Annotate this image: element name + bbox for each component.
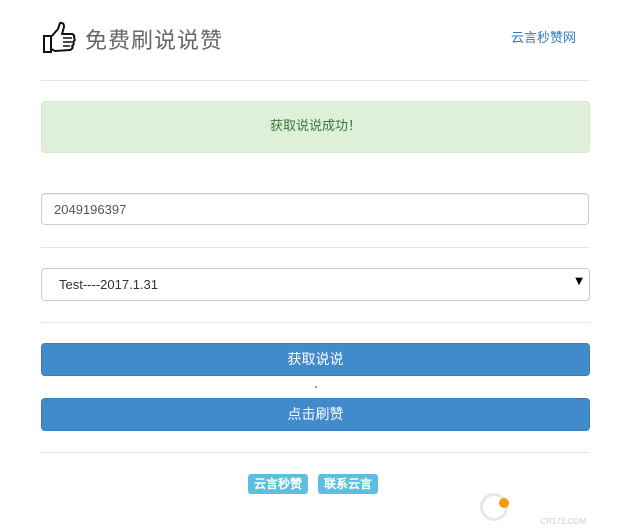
header: 免费刷说说赞 云言秒赞网 (41, 18, 590, 58)
like-button[interactable]: 点击刷赞 (41, 398, 590, 431)
divider (41, 80, 590, 81)
site-link[interactable]: 云言秒赞网 (511, 27, 576, 46)
select-value: Test----2017.1.31 (59, 277, 158, 292)
divider (41, 452, 590, 453)
divider (41, 322, 590, 323)
qq-number-input[interactable] (41, 193, 589, 225)
shuoshuo-select[interactable]: Test----2017.1.31 ▼ (41, 268, 590, 301)
watermark: 西西软件园 CR173.COM (480, 492, 611, 526)
chevron-down-icon: ▼ (575, 276, 583, 287)
success-alert: 获取说说成功！ (41, 101, 590, 153)
page-title: 免费刷说说赞 (85, 29, 224, 54)
separator-dot (315, 386, 317, 388)
contact-badge[interactable]: 联系云言 (318, 474, 379, 494)
divider (41, 247, 590, 248)
fetch-shuoshuo-button[interactable]: 获取说说 (41, 343, 590, 376)
watermark-logo-icon (480, 493, 509, 521)
watermark-sub: CR173.COM (540, 517, 586, 526)
yunyan-badge[interactable]: 云言秒赞 (248, 474, 309, 494)
thumbs-up-icon (43, 21, 76, 53)
